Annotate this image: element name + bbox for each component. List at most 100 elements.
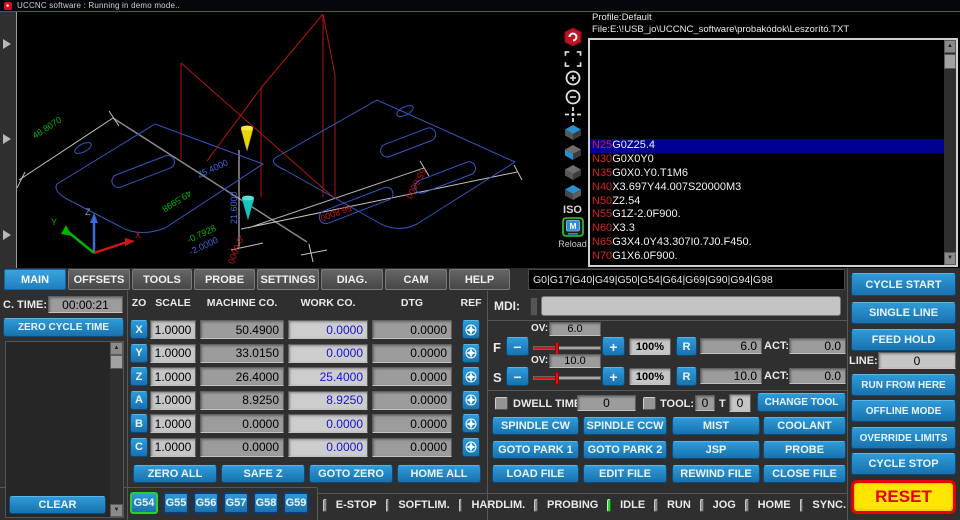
tab-settings[interactable]: SETTINGS bbox=[257, 269, 319, 290]
tab-probe[interactable]: PROBE bbox=[194, 269, 255, 290]
scale-field[interactable]: 1.0000 bbox=[150, 320, 196, 339]
machine-co-field[interactable]: 26.4000 bbox=[200, 367, 284, 386]
scale-field[interactable]: 1.0000 bbox=[150, 390, 196, 410]
gcode-line[interactable]: N40X3.697Y44.007S20000M3 bbox=[590, 181, 946, 195]
work-co-field[interactable]: 8.9250 bbox=[288, 390, 368, 410]
coolant-button[interactable]: COOLANT bbox=[763, 417, 846, 435]
tab-diag[interactable]: DIAG. bbox=[321, 269, 383, 290]
scroll-down-icon[interactable]: ▼ bbox=[110, 504, 123, 517]
slider-thumb[interactable] bbox=[555, 372, 559, 385]
scroll-up-icon[interactable]: ▲ bbox=[944, 40, 956, 53]
gcode-line[interactable]: N65G3X4.0Y43.307I0.7J0.F450. bbox=[590, 236, 946, 250]
spindle-reset-button[interactable]: R bbox=[676, 367, 697, 386]
scale-field[interactable]: 1.0000 bbox=[150, 343, 196, 363]
probe-button[interactable]: PROBE bbox=[763, 441, 846, 459]
zero-cycle-time-button[interactable]: ZERO CYCLE TIME bbox=[3, 318, 124, 337]
axis-button[interactable]: C bbox=[130, 437, 148, 457]
goto-zero-button[interactable]: GOTO ZERO bbox=[309, 465, 393, 483]
line-value-field[interactable]: 0 bbox=[878, 352, 956, 369]
zoom-in-icon[interactable] bbox=[562, 69, 584, 87]
t-value-field[interactable]: 0 bbox=[729, 394, 751, 412]
reload-file-button[interactable]: M bbox=[562, 217, 584, 237]
work-co-field[interactable]: 25.4000 bbox=[288, 367, 368, 386]
dwell-checkbox[interactable] bbox=[495, 397, 508, 410]
view-front-icon[interactable] bbox=[562, 164, 584, 181]
machine-co-field[interactable]: 50.4900 bbox=[200, 320, 284, 339]
scrollbar-thumb[interactable] bbox=[110, 355, 123, 369]
mist-button[interactable]: MIST bbox=[672, 417, 760, 435]
view-left-icon[interactable] bbox=[562, 144, 584, 161]
spindle-100-button[interactable]: 100% bbox=[629, 368, 671, 385]
feed-value-field[interactable]: 6.0 bbox=[700, 338, 762, 354]
g55-button[interactable]: G55 bbox=[163, 492, 189, 514]
ref-button[interactable] bbox=[462, 343, 480, 363]
g54-button[interactable]: G54 bbox=[130, 492, 158, 514]
single-line-button[interactable]: SINGLE LINE bbox=[851, 302, 956, 324]
ref-button[interactable] bbox=[462, 367, 480, 386]
run-from-here-button[interactable]: RUN FROM HERE bbox=[851, 374, 956, 396]
offline-mode-button[interactable]: OFFLINE MODE bbox=[851, 400, 956, 422]
gcode-line[interactable]: N55G1Z-2.0F900. bbox=[590, 208, 946, 222]
tab-offsets[interactable]: OFFSETS bbox=[68, 269, 130, 290]
g59-button[interactable]: G59 bbox=[283, 492, 309, 514]
axis-button[interactable]: Y bbox=[130, 343, 148, 363]
message-list-scrollbar[interactable]: ▲ ▼ bbox=[110, 342, 123, 517]
zoom-fit-icon[interactable] bbox=[562, 51, 584, 67]
spindle-cw-button[interactable]: SPINDLE CW bbox=[492, 417, 579, 435]
ref-button[interactable] bbox=[462, 390, 480, 410]
override-limits-button[interactable]: OVERRIDE LIMITS bbox=[851, 427, 956, 449]
jsp-button[interactable]: JSP bbox=[672, 441, 760, 459]
goto-park2-button[interactable]: GOTO PARK 2 bbox=[583, 441, 667, 459]
reset-button[interactable]: RESET bbox=[851, 480, 956, 514]
zero-all-button[interactable]: ZERO ALL bbox=[133, 465, 217, 483]
tool-value-field[interactable]: 0 bbox=[695, 395, 715, 411]
axis-button[interactable]: A bbox=[130, 390, 148, 410]
scroll-up-icon[interactable]: ▲ bbox=[110, 342, 123, 355]
spindle-plus-button[interactable]: + bbox=[602, 367, 625, 386]
machine-co-field[interactable]: 8.9250 bbox=[200, 390, 284, 410]
tab-help[interactable]: HELP bbox=[449, 269, 510, 290]
spindle-override-slider[interactable] bbox=[533, 372, 601, 385]
gcode-line[interactable]: N25G0Z25.4 bbox=[590, 139, 946, 153]
work-co-field[interactable]: 0.0000 bbox=[288, 343, 368, 363]
gcode-line[interactable]: N50Z2.54 bbox=[590, 195, 946, 209]
tool-checkbox[interactable] bbox=[643, 397, 656, 410]
expander-arrow-icon[interactable] bbox=[3, 134, 11, 144]
tab-main[interactable]: MAIN bbox=[4, 269, 66, 290]
scale-field[interactable]: 1.0000 bbox=[150, 437, 196, 457]
home-all-button[interactable]: HOME ALL bbox=[397, 465, 481, 483]
view-iso-icon[interactable] bbox=[562, 184, 584, 201]
gcode-scrollbar[interactable]: ▲ ▼ bbox=[944, 40, 956, 265]
scale-field[interactable]: 1.0000 bbox=[150, 367, 196, 386]
machine-co-field[interactable]: 0.0000 bbox=[200, 414, 284, 433]
axis-button[interactable]: B bbox=[130, 414, 148, 433]
g58-button[interactable]: G58 bbox=[253, 492, 279, 514]
view-top-icon[interactable] bbox=[562, 124, 584, 141]
mdi-input[interactable] bbox=[541, 296, 841, 316]
change-tool-button[interactable]: CHANGE TOOL bbox=[757, 393, 846, 412]
message-list[interactable]: ▲ ▼ bbox=[5, 341, 124, 518]
tab-cam[interactable]: CAM bbox=[385, 269, 447, 290]
feed-minus-button[interactable]: − bbox=[506, 337, 529, 356]
work-co-field[interactable]: 0.0000 bbox=[288, 320, 368, 339]
g57-button[interactable]: G57 bbox=[223, 492, 249, 514]
machine-co-field[interactable]: 33.0150 bbox=[200, 343, 284, 363]
scroll-down-icon[interactable]: ▼ bbox=[944, 252, 956, 265]
close-file-button[interactable]: CLOSE FILE bbox=[763, 465, 846, 483]
gcode-line[interactable]: N35G0X0.Y0.T1M6 bbox=[590, 167, 946, 181]
mdi-mini-button[interactable] bbox=[530, 297, 538, 316]
gcode-line[interactable]: N30G0X0Y0 bbox=[590, 153, 946, 167]
center-view-icon[interactable] bbox=[562, 106, 584, 123]
machine-co-field[interactable]: 0.0000 bbox=[200, 437, 284, 457]
safe-z-button[interactable]: SAFE Z bbox=[221, 465, 305, 483]
gcode-line[interactable]: N60X3.3 bbox=[590, 222, 946, 236]
g56-button[interactable]: G56 bbox=[193, 492, 219, 514]
work-co-field[interactable]: 0.0000 bbox=[288, 414, 368, 433]
feed-plus-button[interactable]: + bbox=[602, 337, 625, 356]
ref-button[interactable] bbox=[462, 414, 480, 433]
load-file-button[interactable]: LOAD FILE bbox=[492, 465, 579, 483]
feed-reset-button[interactable]: R bbox=[676, 337, 697, 356]
goto-park1-button[interactable]: GOTO PARK 1 bbox=[492, 441, 579, 459]
expander-arrow-icon[interactable] bbox=[3, 39, 11, 49]
ref-button[interactable] bbox=[462, 320, 480, 339]
